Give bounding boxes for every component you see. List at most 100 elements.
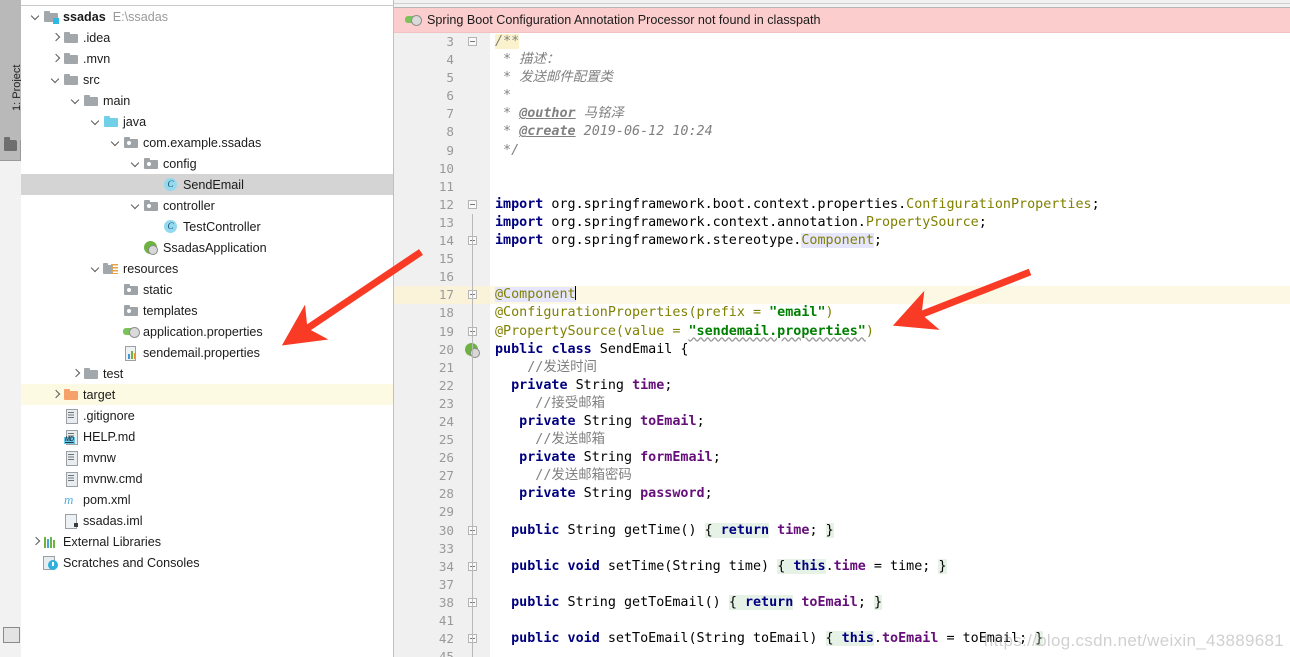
gutter-icons xyxy=(460,159,490,178)
tree-item-resources[interactable]: resources xyxy=(21,258,393,279)
code-line[interactable]: 13 import org.springframework.context.ann… xyxy=(394,213,1290,233)
tree-item-testcontroller[interactable]: C TestController xyxy=(21,216,393,237)
chevron-down-icon[interactable] xyxy=(109,136,122,149)
code-line[interactable]: 28 private String password; xyxy=(394,485,1290,504)
code-line-text: @ConfigurationProperties(prefix = "email… xyxy=(495,305,834,321)
code-line[interactable]: 17 @Component xyxy=(394,286,1290,305)
code-line[interactable]: 24 private String toEmail; xyxy=(394,412,1290,432)
tree-item-controller[interactable]: controller xyxy=(21,195,393,216)
tree-item-static[interactable]: static xyxy=(21,279,393,300)
code-line[interactable]: 33 xyxy=(394,539,1290,558)
tree-item-label: ssadas xyxy=(63,9,106,24)
tree-item-mvnw-cmd[interactable]: mvnw.cmd xyxy=(21,468,393,489)
project-tree[interactable]: ssadas E:\ssadas .idea .mvn src main java com.e… xyxy=(21,6,393,573)
code-line[interactable]: 27 //发送邮箱密码 xyxy=(394,467,1290,486)
chevron-down-icon[interactable] xyxy=(89,262,102,275)
code-line[interactable]: 3 /** xyxy=(394,33,1290,52)
code-line[interactable]: 16 xyxy=(394,268,1290,287)
line-number: 8 xyxy=(394,123,460,142)
tree-item-main[interactable]: main xyxy=(21,90,393,111)
package-icon xyxy=(143,198,159,213)
code-line-text: /** xyxy=(495,34,520,49)
code-line[interactable]: 11 xyxy=(394,177,1290,196)
tree-item-java[interactable]: java xyxy=(21,111,393,132)
code-line[interactable]: 12 import org.springframework.boot.contex… xyxy=(394,195,1290,214)
code-line[interactable]: 5 * 发送邮件配置类 xyxy=(394,69,1290,88)
tree-item-sendemail-properties[interactable]: sendemail.properties xyxy=(21,342,393,363)
code-line[interactable]: 29 xyxy=(394,503,1290,522)
code-line[interactable]: 18 @ConfigurationProperties(prefix = "ema… xyxy=(394,304,1290,323)
code-line[interactable]: 10 xyxy=(394,159,1290,178)
tree-item-sendemail[interactable]: C SendEmail xyxy=(21,174,393,195)
chevron-right-icon[interactable] xyxy=(69,367,82,380)
tree-item-gitignore[interactable]: .gitignore xyxy=(21,405,393,426)
tree-item-ssadas-iml[interactable]: ssadas.iml xyxy=(21,510,393,531)
gutter-icons xyxy=(460,593,490,612)
tree-item-mvnw[interactable]: mvnw xyxy=(21,447,393,468)
fold-collapse-icon[interactable] xyxy=(468,37,477,46)
code-line[interactable]: 14 import org.springframework.stereotype.… xyxy=(394,232,1290,251)
code-line[interactable]: 7 * @outhor 马铭泽 xyxy=(394,105,1290,124)
code-line[interactable]: 19 @PropertySource(value = "sendemail.pro… xyxy=(394,322,1290,341)
code-line[interactable]: 9 */ xyxy=(394,141,1290,160)
line-number: 45 xyxy=(394,648,460,657)
chevron-down-icon[interactable] xyxy=(69,94,82,107)
tree-item-label: java xyxy=(123,114,147,129)
tree-item-pom-xml[interactable]: m pom.xml xyxy=(21,489,393,510)
folder-icon[interactable] xyxy=(4,137,17,151)
fold-collapse-icon[interactable] xyxy=(468,199,477,209)
chevron-right-icon[interactable] xyxy=(29,535,42,548)
editor-area: Spring Boot Configuration Annotation Pro… xyxy=(394,0,1290,657)
tree-item-idea[interactable]: .idea xyxy=(21,27,393,48)
code-line[interactable]: 26 private String formEmail; xyxy=(394,449,1290,468)
code-line[interactable]: 25 //发送邮箱 xyxy=(394,431,1290,450)
tree-item-external-libraries[interactable]: External Libraries xyxy=(21,531,393,552)
code-editor[interactable]: 3/** 4 * 描述： 5 * 发送邮件配置类 6 * 7 * @outhor 马铭泽… xyxy=(394,33,1290,657)
notification-banner[interactable]: Spring Boot Configuration Annotation Pro… xyxy=(394,8,1290,33)
chevron-right-icon[interactable] xyxy=(49,388,62,401)
code-line[interactable]: 34 public void setTime(String time) { th… xyxy=(394,557,1290,576)
chevron-down-icon[interactable] xyxy=(89,115,102,128)
tree-item-templates[interactable]: templates xyxy=(21,300,393,321)
tree-item-application-properties[interactable]: application.properties xyxy=(21,321,393,342)
project-tool-tab[interactable]: 1: Project xyxy=(0,0,21,140)
chevron-down-icon[interactable] xyxy=(29,10,42,23)
code-line[interactable]: 21 //发送时间 xyxy=(394,358,1290,377)
code-line[interactable]: 45 xyxy=(394,648,1290,657)
code-line[interactable]: 6 * xyxy=(394,87,1290,106)
code-line[interactable]: 20 public class SendEmail { xyxy=(394,340,1290,359)
tree-item-mvn[interactable]: .mvn xyxy=(21,48,393,69)
chevron-down-icon[interactable] xyxy=(49,73,62,86)
tree-item-src[interactable]: src xyxy=(21,69,393,90)
chevron-down-icon[interactable] xyxy=(129,199,142,212)
folder-sources-icon xyxy=(103,114,119,129)
code-line[interactable]: 22 private String time; xyxy=(394,376,1290,395)
tree-item-ssadasapplication[interactable]: SsadasApplication xyxy=(21,237,393,258)
tree-toggle-spacer xyxy=(49,451,62,464)
code-line[interactable]: 38 public String getToEmail() { return t… xyxy=(394,593,1290,612)
chevron-right-icon[interactable] xyxy=(49,31,62,44)
tree-item-config[interactable]: config xyxy=(21,153,393,174)
code-line[interactable]: 15 xyxy=(394,250,1290,269)
line-number: 10 xyxy=(394,159,460,178)
code-line[interactable]: 4 * 描述： xyxy=(394,51,1290,70)
tree-item-com-example-ssadas[interactable]: com.example.ssadas xyxy=(21,132,393,153)
code-line[interactable]: 23 //接受邮箱 xyxy=(394,394,1290,413)
fold-region-line xyxy=(472,449,473,468)
tree-item-label: External Libraries xyxy=(63,534,161,549)
code-line[interactable]: 8 * @create 2019-06-12 10:24 xyxy=(394,123,1290,142)
code-line[interactable]: 30 public String getTime() { return time… xyxy=(394,521,1290,540)
tree-item-label: mvnw.cmd xyxy=(83,471,143,486)
code-line[interactable]: 41 xyxy=(394,612,1290,631)
tree-item-ssadas[interactable]: ssadas E:\ssadas xyxy=(21,6,393,27)
code-line[interactable]: 42 public void setToEmail(String toEmail… xyxy=(394,630,1290,649)
tree-item-scratches-and-consoles[interactable]: Scratches and Consoles xyxy=(21,552,393,573)
code-line[interactable]: 37 xyxy=(394,575,1290,594)
gutter-icons xyxy=(460,630,490,649)
tree-item-test[interactable]: test xyxy=(21,363,393,384)
tree-item-help-md[interactable]: MD HELP.md xyxy=(21,426,393,447)
chevron-down-icon[interactable] xyxy=(129,157,142,170)
chevron-right-icon[interactable] xyxy=(49,52,62,65)
tree-item-target[interactable]: target xyxy=(21,384,393,405)
